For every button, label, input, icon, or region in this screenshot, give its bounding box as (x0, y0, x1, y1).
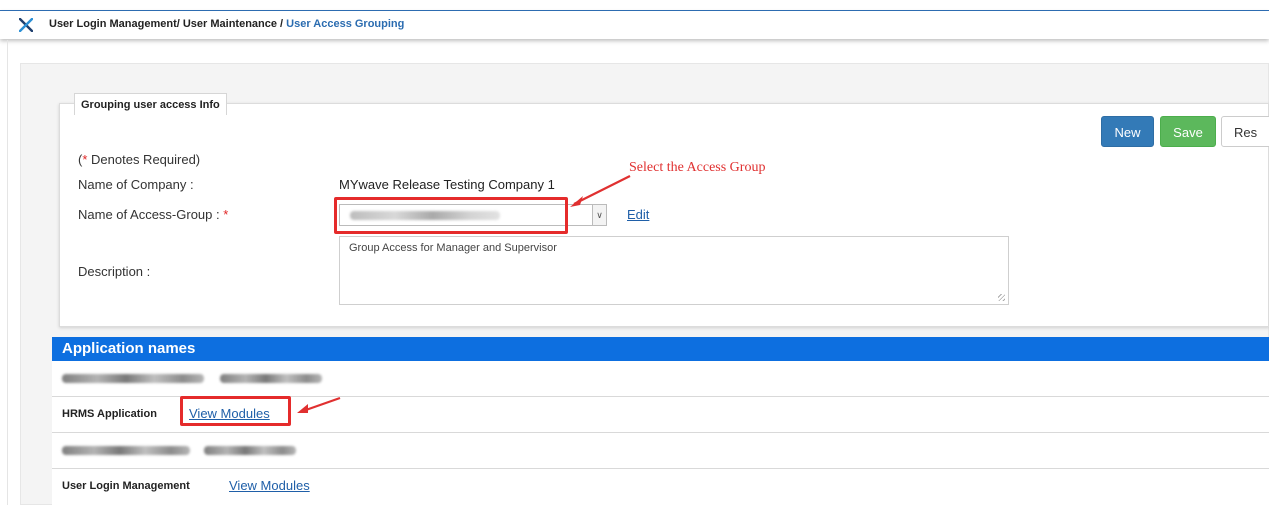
application-name-redacted (62, 374, 204, 383)
annotation-label: Select the Access Group (629, 160, 766, 175)
company-label: Name of Company : (78, 177, 194, 192)
description-text: Group Access for Manager and Supervisor (349, 242, 557, 254)
new-button[interactable]: New (1101, 116, 1154, 147)
required-note: (* Denotes Required) (78, 152, 200, 167)
view-modules-link[interactable]: View Modules (229, 478, 310, 493)
select-highlight-box (334, 197, 568, 234)
breadcrumb: User Login Management/ User Maintenance … (49, 18, 404, 30)
view-modules-link-redacted (204, 446, 296, 455)
view-modules-link-redacted (220, 374, 322, 383)
application-name: User Login Management (62, 480, 190, 492)
application-name: HRMS Application (62, 408, 157, 420)
breadcrumb-user-maintenance[interactable]: User Maintenance / (180, 18, 283, 30)
panel-legend: Grouping user access Info (74, 93, 227, 115)
access-group-required-star: * (223, 207, 229, 222)
company-value: MYwave Release Testing Company 1 (339, 177, 555, 192)
reset-button[interactable]: Res (1221, 116, 1269, 147)
resize-grip-icon[interactable] (998, 294, 1005, 301)
application-row (52, 361, 1269, 397)
description-textarea[interactable]: Group Access for Manager and Supervisor (339, 236, 1009, 305)
breadcrumb-header: User Login Management/ User Maintenance … (0, 11, 1269, 39)
description-label: Description : (78, 264, 151, 279)
left-divider (7, 40, 8, 505)
app-logo-icon[interactable] (19, 18, 33, 32)
required-note-text: Denotes Required) (87, 152, 201, 167)
annotation-arrow-icon (297, 396, 341, 413)
application-row: User Login Management View Modules (52, 469, 1269, 505)
application-names-header: Application names (52, 337, 1269, 361)
breadcrumb-user-login-management[interactable]: User Login Management/ (49, 18, 180, 30)
breadcrumb-current: User Access Grouping (283, 18, 405, 30)
annotation-arrow-icon (570, 175, 631, 207)
access-group-label-text: Name of Access-Group : (78, 207, 224, 222)
application-row (52, 433, 1269, 469)
view-modules-highlight-box (180, 396, 291, 426)
application-name-redacted (62, 446, 190, 455)
save-button[interactable]: Save (1160, 116, 1216, 147)
access-group-label: Name of Access-Group : * (78, 207, 228, 222)
